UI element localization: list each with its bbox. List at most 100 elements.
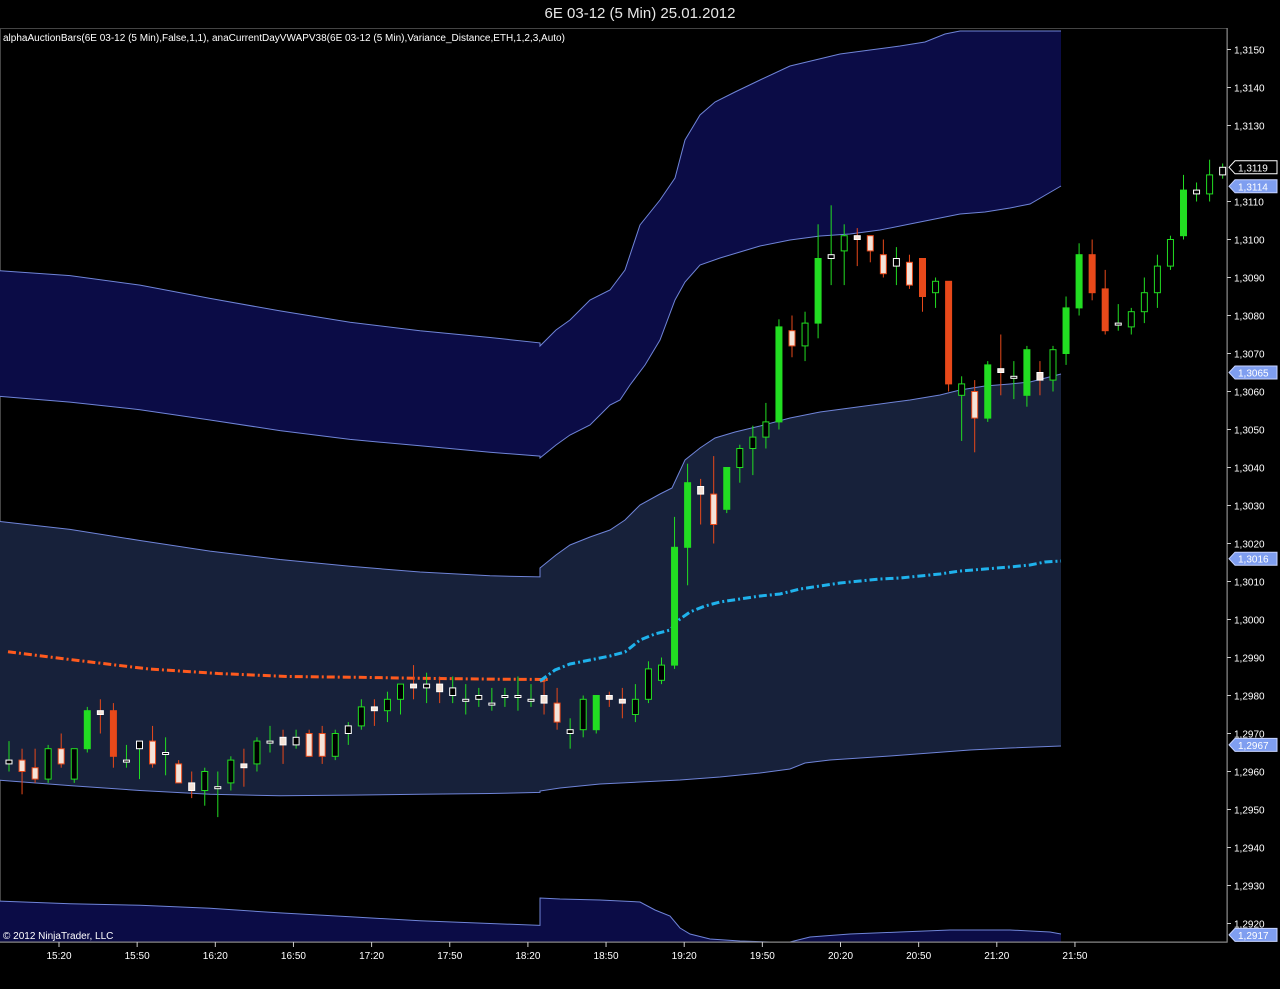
candle-body <box>344 725 352 735</box>
candle <box>932 277 940 308</box>
price-marker: 1,3119 <box>1228 160 1278 175</box>
candle-body <box>423 683 431 689</box>
candle-body <box>436 683 444 693</box>
candle <box>879 239 887 278</box>
y-tick-label: 1,3030 <box>1234 502 1265 513</box>
indicator-label: alphaAuctionBars(6E 03-12 (5 Min),False,… <box>3 33 565 44</box>
candle-body <box>357 706 365 727</box>
candle-body <box>1153 265 1161 294</box>
price-marker: 1,3114 <box>1228 179 1278 194</box>
candle-body <box>984 364 992 419</box>
candle-body <box>253 740 261 765</box>
candle <box>592 695 600 734</box>
candle <box>1101 269 1109 335</box>
candle-body <box>1075 254 1083 309</box>
candle-body <box>122 759 130 763</box>
candle-body <box>971 391 979 419</box>
candle-body <box>853 235 861 240</box>
candle-body <box>540 695 548 704</box>
candle <box>70 748 78 783</box>
candle-body <box>214 786 222 790</box>
price-marker-label: 1,3114 <box>1238 182 1268 193</box>
candle-body <box>162 752 170 755</box>
candle-body <box>905 261 913 286</box>
copyright-notice: © 2012 NinjaTrader, LLC <box>3 931 114 942</box>
candle-body <box>305 733 313 757</box>
x-tick-label: 18:50 <box>594 951 619 962</box>
candle <box>788 315 796 358</box>
x-tick-label: 21:20 <box>984 951 1009 962</box>
candle-body <box>18 759 26 772</box>
candle-body <box>932 280 940 294</box>
candle-body <box>736 448 744 468</box>
candle-body <box>501 695 509 698</box>
candle-body <box>292 736 300 746</box>
candle-body <box>579 698 587 731</box>
candle-body <box>1010 375 1018 379</box>
candle-body <box>201 771 209 791</box>
candle-body <box>136 740 143 750</box>
x-tick-label: 15:20 <box>46 951 71 962</box>
candle-body <box>149 740 157 765</box>
candle-body <box>879 254 887 275</box>
candle-body <box>749 436 757 450</box>
candle-body <box>684 482 692 548</box>
candle-body <box>592 695 600 731</box>
candle-body <box>631 698 639 715</box>
price-chart[interactable]: 1,3150 1,3140 1,3130 1,3110 1,3100 1,3090 1,30… <box>0 0 1280 989</box>
candle-body <box>997 368 1005 374</box>
y-tick-label: 1,3090 <box>1234 274 1265 285</box>
price-marker-label: 1,2967 <box>1238 741 1269 752</box>
candle-body <box>96 710 104 716</box>
candle-body <box>1166 239 1174 267</box>
candle-body <box>1193 189 1201 195</box>
candle <box>814 224 822 339</box>
candle-body <box>397 683 404 700</box>
candle <box>1166 235 1174 270</box>
y-tick-label: 1,3130 <box>1234 122 1265 133</box>
price-marker: 1,3065 <box>1228 365 1278 380</box>
candle <box>201 767 209 806</box>
x-tick-label: 16:20 <box>203 951 228 962</box>
y-tick-label: 1,3040 <box>1234 464 1265 475</box>
candle <box>1193 182 1201 202</box>
candle-body <box>31 767 39 780</box>
candle-body <box>514 695 522 698</box>
candle-body <box>958 383 966 396</box>
candle-body <box>618 698 626 704</box>
candle-body <box>919 258 926 297</box>
y-tick-label: 1,3100 <box>1234 236 1265 247</box>
x-tick-label: 19:20 <box>672 951 697 962</box>
y-tick-label: 1,3050 <box>1234 426 1265 437</box>
candle-body <box>527 698 535 702</box>
candle <box>1153 254 1161 308</box>
candle-body <box>671 546 679 666</box>
candle <box>175 760 183 784</box>
x-tick-label: 20:20 <box>828 951 853 962</box>
candle <box>305 729 313 757</box>
price-marker-label: 1,3119 <box>1238 163 1268 174</box>
y-tick-label: 1,3150 <box>1234 46 1265 57</box>
candle <box>1206 159 1214 202</box>
candle-body <box>240 763 248 769</box>
candle-body <box>318 733 326 757</box>
candle-body <box>227 759 235 784</box>
candle <box>945 280 953 392</box>
candle-body <box>892 258 900 267</box>
candle-body <box>566 729 574 735</box>
y-tick-label: 1,3080 <box>1234 312 1265 323</box>
candle-body <box>644 668 652 700</box>
price-marker-label: 1,2917 <box>1238 931 1269 942</box>
candle <box>919 258 926 312</box>
candle-body <box>1219 166 1227 176</box>
candle-body <box>658 664 665 681</box>
candle <box>1127 307 1135 335</box>
candle <box>44 744 52 783</box>
y-tick-label: 1,2950 <box>1234 806 1265 817</box>
candle-body <box>1036 372 1044 381</box>
x-tick-label: 15:50 <box>125 951 150 962</box>
candle-body <box>827 254 835 259</box>
candle-body <box>945 280 953 385</box>
candle-body <box>70 748 78 780</box>
candle-body <box>488 702 496 706</box>
